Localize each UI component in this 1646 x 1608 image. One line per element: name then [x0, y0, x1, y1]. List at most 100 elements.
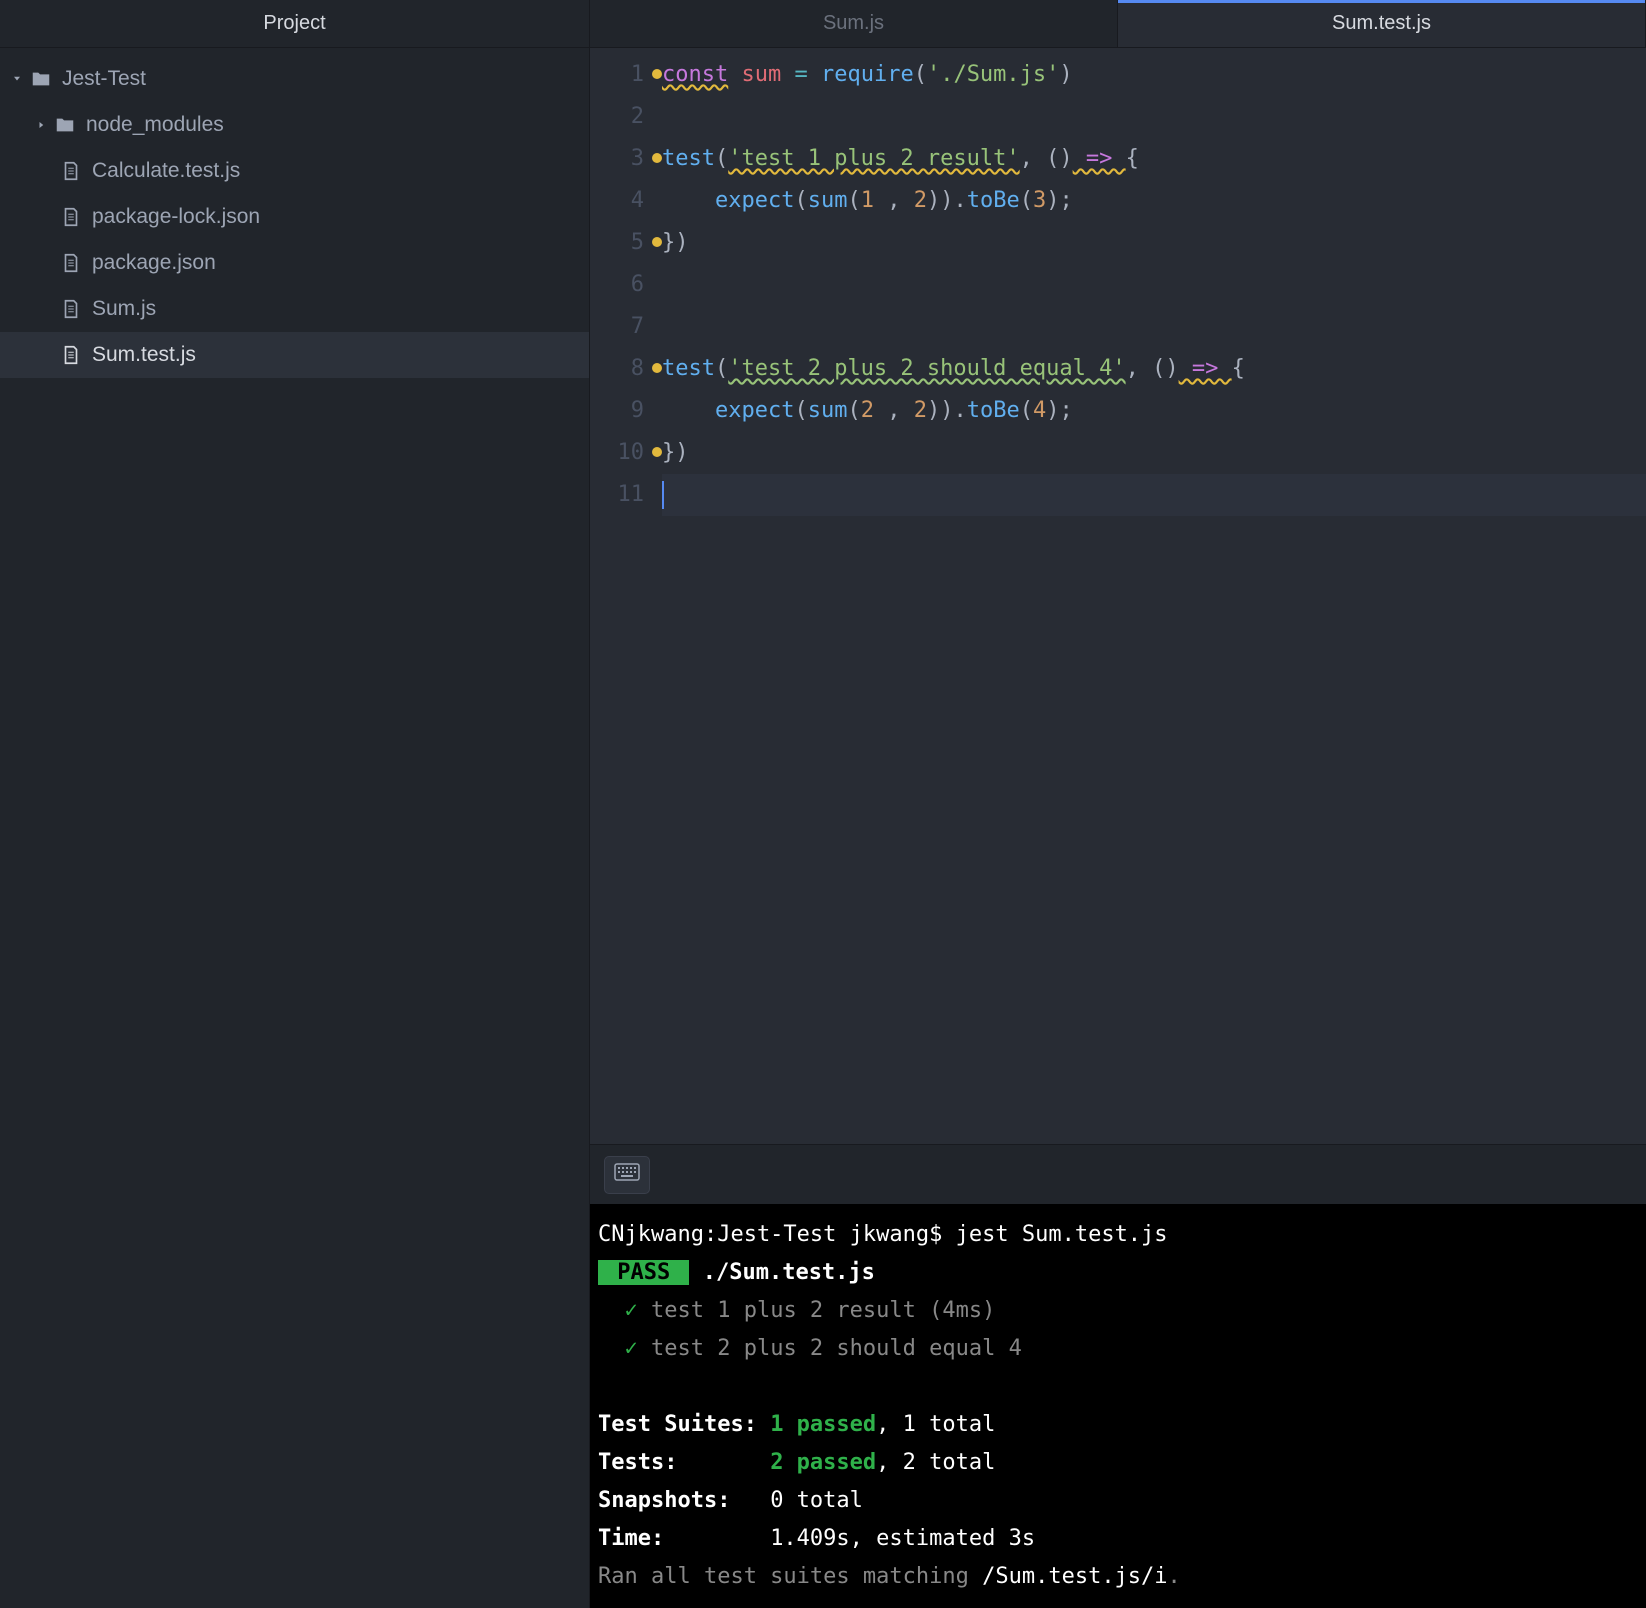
- tok: );: [1046, 188, 1073, 213]
- tok: =>: [1073, 146, 1126, 171]
- terminal-value: 1.409s, estimated 3s: [770, 1526, 1035, 1551]
- terminal-line: Tests: 2 passed, 2 total: [598, 1444, 1638, 1482]
- terminal-line: [598, 1368, 1638, 1406]
- tok: test: [662, 146, 715, 171]
- tok: ,: [1126, 356, 1153, 381]
- tree-file-calculate-test[interactable]: Calculate.test.js: [0, 148, 589, 194]
- tree-item-label: Sum.js: [92, 297, 156, 321]
- keyboard-button[interactable]: [604, 1156, 650, 1194]
- terminal-line: PASS ./Sum.test.js: [598, 1254, 1638, 1292]
- code-line-current[interactable]: [662, 474, 1646, 516]
- line-number: 4: [590, 180, 644, 222]
- tok: toBe: [967, 398, 1020, 423]
- line-number: 1: [590, 54, 644, 96]
- pass-badge: PASS: [598, 1260, 689, 1285]
- terminal-label: Time:: [598, 1526, 770, 1551]
- tree-item-label: Calculate.test.js: [92, 159, 240, 183]
- tok: 2: [914, 188, 927, 213]
- terminal-line: Ran all test suites matching /Sum.test.j…: [598, 1558, 1638, 1596]
- code-content[interactable]: const sum = require('./Sum.js') test('te…: [662, 48, 1646, 1144]
- code-line[interactable]: [662, 96, 1646, 138]
- terminal-value: 2 passed: [770, 1450, 876, 1475]
- cursor-icon: [662, 481, 664, 509]
- check-icon: ✓: [625, 1336, 638, 1361]
- terminal-text: .: [1168, 1564, 1181, 1589]
- tok: 2: [914, 398, 927, 423]
- tok: ,: [874, 188, 914, 213]
- keyboard-icon: [614, 1163, 640, 1186]
- tree-file-package-lock[interactable]: package-lock.json: [0, 194, 589, 240]
- terminal-text: /Sum.test.js/i: [982, 1564, 1167, 1589]
- tok: sum: [741, 62, 781, 87]
- tree-item-label: package-lock.json: [92, 205, 260, 229]
- file-icon: [56, 206, 86, 228]
- tok: './Sum.js': [927, 62, 1059, 87]
- tree-file-sum-js[interactable]: Sum.js: [0, 286, 589, 332]
- code-line[interactable]: expect(sum(1 , 2)).toBe(3);: [662, 180, 1646, 222]
- tree-folder-node-modules[interactable]: node_modules: [0, 102, 589, 148]
- line-number: 5: [590, 222, 644, 264]
- terminal-line: ✓ test 1 plus 2 result (4ms): [598, 1292, 1638, 1330]
- tok: =>: [1179, 356, 1232, 381]
- folder-icon: [50, 114, 80, 136]
- tok: ): [1059, 62, 1072, 87]
- tok: 'test 1 plus 2 result': [728, 146, 1019, 171]
- tok: 'test 2 plus 2 should equal 4': [728, 356, 1125, 381]
- tree-item-label: Sum.test.js: [92, 343, 196, 367]
- tab-label: Sum.test.js: [1332, 12, 1431, 35]
- tok: (: [1020, 398, 1033, 423]
- tree-file-package-json[interactable]: package.json: [0, 240, 589, 286]
- terminal-line: Test Suites: 1 passed, 1 total: [598, 1406, 1638, 1444]
- code-line[interactable]: expect(sum(2 , 2)).toBe(4);: [662, 390, 1646, 432]
- code-line[interactable]: const sum = require('./Sum.js'): [662, 54, 1646, 96]
- terminal-line: CNjkwang:Jest-Test jkwang$ jest Sum.test…: [598, 1216, 1638, 1254]
- tok: );: [1046, 398, 1073, 423]
- file-icon: [56, 344, 86, 366]
- code-line[interactable]: }): [662, 222, 1646, 264]
- modified-marker-icon: [652, 69, 662, 79]
- code-editor[interactable]: 1 2 3 4 5 6 7 8 9 10 11 const sum = requ…: [590, 48, 1646, 1144]
- tok: (: [847, 398, 860, 423]
- terminal-line: Snapshots: 0 total: [598, 1482, 1638, 1520]
- terminal-label: Tests:: [598, 1450, 770, 1475]
- tok: 2: [861, 398, 874, 423]
- tab-sum-js[interactable]: Sum.js: [590, 0, 1118, 47]
- tok: ,: [1020, 146, 1047, 171]
- file-icon: [56, 298, 86, 320]
- tree-item-label: package.json: [92, 251, 216, 275]
- terminal-output[interactable]: CNjkwang:Jest-Test jkwang$ jest Sum.test…: [590, 1204, 1646, 1608]
- tree-root-label: Jest-Test: [62, 67, 146, 91]
- line-number: 8: [590, 348, 644, 390]
- tok: sum: [808, 398, 848, 423]
- tok: (: [715, 356, 728, 381]
- tab-sum-test-js[interactable]: Sum.test.js: [1118, 0, 1646, 47]
- modified-marker-icon: [652, 363, 662, 373]
- tree-file-sum-test-js[interactable]: Sum.test.js: [0, 332, 589, 378]
- terminal-label: Snapshots:: [598, 1488, 770, 1513]
- tok: test: [662, 356, 715, 381]
- tok: )): [927, 188, 954, 213]
- main-area: Sum.js Sum.test.js 1 2 3 4 5 6 7 8 9 10 …: [590, 0, 1646, 1608]
- code-line[interactable]: }): [662, 432, 1646, 474]
- sidebar-title: Project: [0, 0, 589, 48]
- folder-icon: [26, 68, 56, 90]
- tok: .: [953, 398, 966, 423]
- terminal-text: ./Sum.test.js: [689, 1260, 874, 1285]
- tok: }): [662, 440, 689, 465]
- tok: (): [1046, 146, 1073, 171]
- code-line[interactable]: test('test 1 plus 2 result', () => {: [662, 138, 1646, 180]
- code-line[interactable]: test('test 2 plus 2 should equal 4', () …: [662, 348, 1646, 390]
- line-gutter: 1 2 3 4 5 6 7 8 9 10 11: [590, 48, 662, 1144]
- terminal-label: Test Suites:: [598, 1412, 770, 1437]
- code-line[interactable]: [662, 306, 1646, 348]
- tok: (: [715, 146, 728, 171]
- tok: (: [794, 398, 807, 423]
- line-number: 9: [590, 390, 644, 432]
- terminal-text: , 1 total: [876, 1412, 995, 1437]
- tok: [662, 188, 715, 213]
- file-icon: [56, 160, 86, 182]
- tok: {: [1232, 356, 1245, 381]
- tree-root-folder[interactable]: Jest-Test: [0, 56, 589, 102]
- code-line[interactable]: [662, 264, 1646, 306]
- terminal-text: , 2 total: [876, 1450, 995, 1475]
